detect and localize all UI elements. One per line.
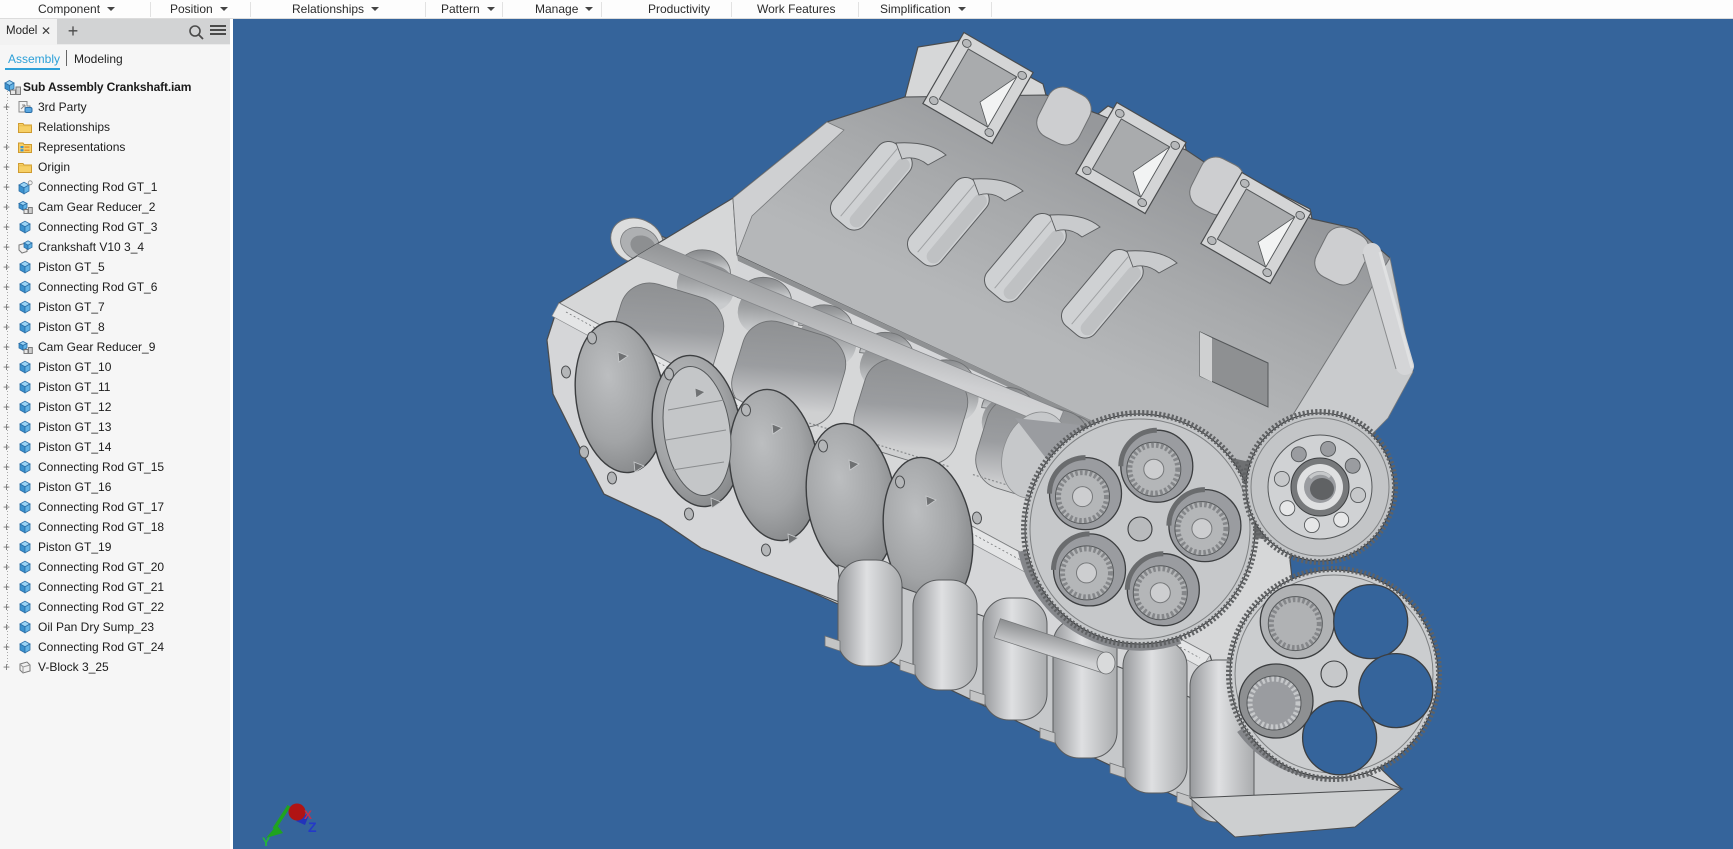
svg-text:Y: Y bbox=[262, 835, 270, 849]
svg-text:X: X bbox=[304, 808, 312, 822]
